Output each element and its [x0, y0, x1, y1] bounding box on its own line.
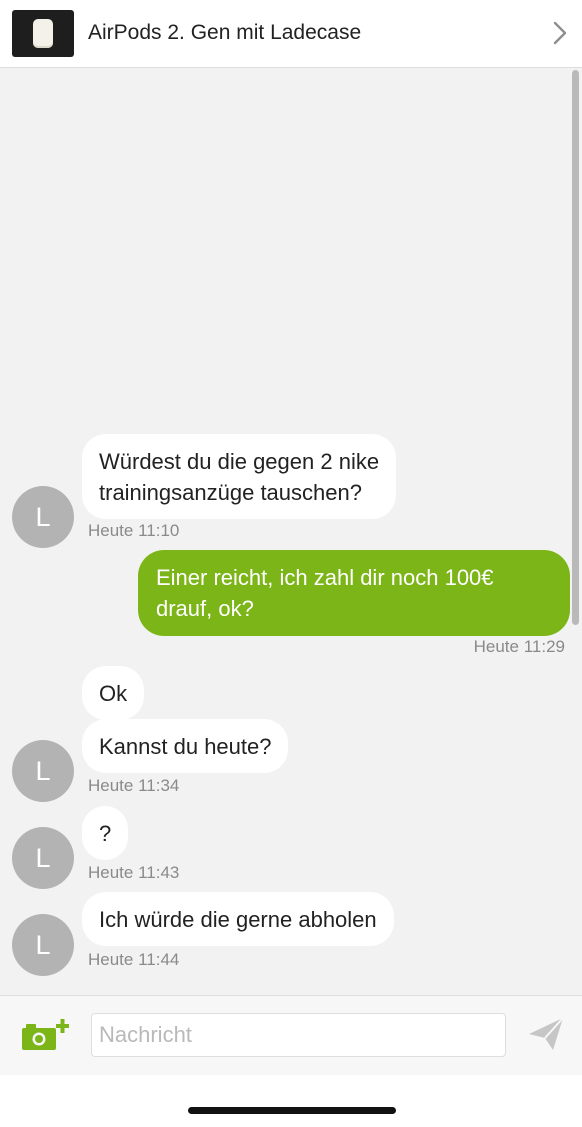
message-line: Ich würde die gerne abholen	[99, 907, 377, 932]
message-bubble-incoming: ?	[82, 806, 129, 860]
message-line: Kannst du heute?	[99, 734, 272, 759]
avatar[interactable]: L	[12, 827, 74, 889]
message-bubble-incoming: Kannst du heute?	[82, 719, 289, 773]
message-line: drauf, ok?	[156, 596, 254, 621]
airpods-case-icon	[33, 19, 53, 48]
message-timestamp: Heute 11:43	[88, 863, 180, 882]
home-area	[0, 1075, 582, 1127]
message-timestamp: Heute 11:10	[88, 521, 180, 540]
product-title[interactable]: AirPods 2. Gen mit Ladecase	[88, 21, 361, 45]
avatar[interactable]: L	[12, 914, 74, 976]
message-bubble-outgoing: Einer reicht, ich zahl dir noch 100€ dra…	[138, 550, 570, 636]
message-line: ?	[99, 821, 112, 846]
message-input[interactable]	[91, 1013, 506, 1057]
message-composer	[0, 995, 582, 1075]
message-line: Einer reicht, ich zahl dir noch 100€	[156, 565, 494, 590]
chat-header[interactable]: AirPods 2. Gen mit Ladecase	[0, 0, 582, 68]
camera-add-icon[interactable]	[20, 1019, 70, 1053]
message-timestamp: Heute 11:29	[473, 637, 565, 656]
message-bubble-incoming: Würdest du die gegen 2 nike trainingsanz…	[82, 434, 397, 519]
home-indicator[interactable]	[188, 1107, 396, 1114]
message-timestamp: Heute 11:34	[88, 776, 180, 795]
product-thumbnail[interactable]	[12, 10, 74, 57]
message-line: Würdest du die gegen 2 nike	[99, 449, 380, 474]
message-line: trainingsanzüge tauschen?	[99, 480, 362, 505]
chevron-right-icon[interactable]	[552, 20, 568, 46]
avatar[interactable]: L	[12, 486, 74, 548]
message-bubble-incoming: Ok	[82, 666, 145, 720]
message-line: Ok	[99, 681, 128, 706]
scroll-indicator	[572, 70, 579, 625]
message-bubble-incoming: Ich würde die gerne abholen	[82, 892, 394, 946]
message-timestamp: Heute 11:44	[88, 950, 180, 969]
send-icon[interactable]	[526, 1015, 566, 1053]
avatar[interactable]: L	[12, 740, 74, 802]
